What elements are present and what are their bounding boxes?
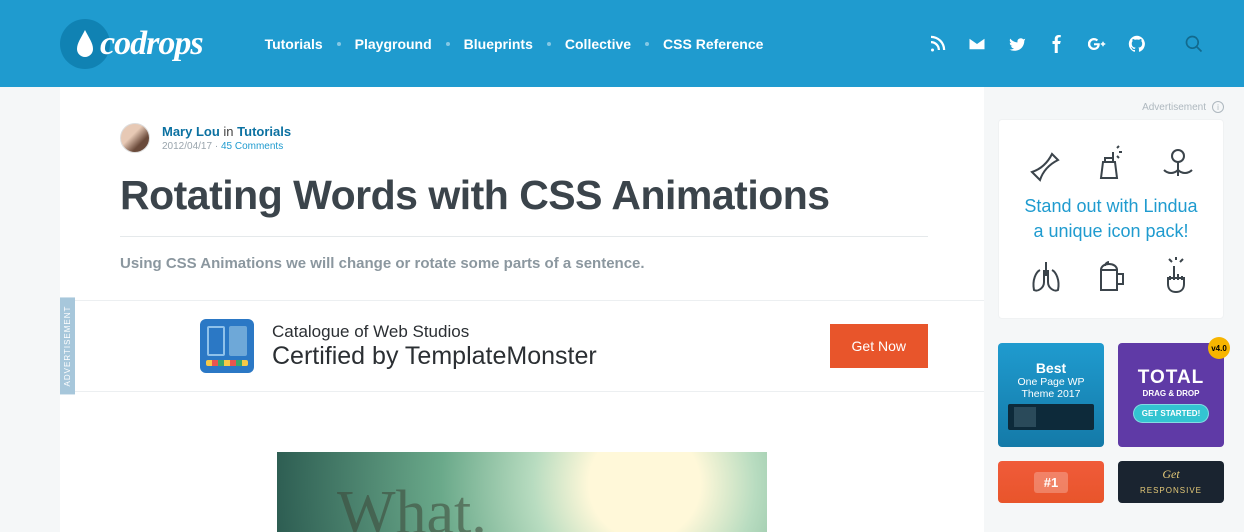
card-line: One Page WP xyxy=(1017,376,1084,388)
card-get-responsive[interactable]: GetRESPONSIVE xyxy=(1118,461,1224,503)
nav-blueprints[interactable]: Blueprints xyxy=(462,32,535,56)
sidebar-ad-label: Advertisement i xyxy=(998,101,1224,113)
ad-text: Catalogue of Web Studios Certified by Te… xyxy=(272,322,812,371)
ad-label-text: Advertisement xyxy=(1142,102,1206,113)
post-date: 2012/04/17 xyxy=(162,141,212,152)
sidebar-promo[interactable]: Stand out with Lindua a unique icon pack… xyxy=(998,119,1224,319)
divider xyxy=(120,236,928,237)
article-intro: Using CSS Animations we will change or r… xyxy=(120,255,928,272)
github-icon[interactable] xyxy=(1128,35,1146,53)
monocle-icon xyxy=(1156,142,1196,182)
twitter-icon[interactable] xyxy=(1008,35,1026,53)
category-link[interactable]: Tutorials xyxy=(237,124,291,139)
ad-line2: Certified by TemplateMonster xyxy=(272,342,812,371)
ad-cta-button[interactable]: Get Now xyxy=(830,324,928,368)
sidebar-cards-row1: Best One Page WP Theme 2017 v4.0 TOTAL D… xyxy=(998,343,1224,447)
top-bar: codrops Tutorials Playground Blueprints … xyxy=(0,0,1244,87)
lungs-icon xyxy=(1026,256,1066,296)
rss-icon[interactable] xyxy=(928,35,946,53)
ad-label: ADVERTISEMENT xyxy=(60,298,75,395)
article-title: Rotating Words with CSS Animations xyxy=(120,173,928,218)
nav-collective[interactable]: Collective xyxy=(563,32,633,56)
version-badge: v4.0 xyxy=(1208,337,1230,359)
hero-image: What. xyxy=(277,452,767,532)
card-best-theme[interactable]: Best One Page WP Theme 2017 xyxy=(998,343,1104,447)
hero-word: What. xyxy=(337,495,487,532)
card-number-one[interactable]: #1 xyxy=(998,461,1104,503)
byline: Mary Lou in Tutorials xyxy=(162,124,291,139)
main-column: Mary Lou in Tutorials 2012/04/17 · 45 Co… xyxy=(60,87,984,532)
article-header: Mary Lou in Tutorials 2012/04/17 · 45 Co… xyxy=(60,87,984,272)
byline-sub: 2012/04/17 · 45 Comments xyxy=(162,141,291,152)
spray-icon xyxy=(1091,142,1131,182)
author-avatar[interactable] xyxy=(120,123,150,153)
info-icon[interactable]: i xyxy=(1212,101,1224,113)
social-icons xyxy=(928,34,1204,54)
tap-hand-icon xyxy=(1156,256,1196,296)
logo[interactable]: codrops xyxy=(60,19,203,69)
comments-link[interactable]: 45 Comments xyxy=(221,141,283,152)
promo-line2: a unique icon pack! xyxy=(1013,219,1209,244)
mail-icon[interactable] xyxy=(968,35,986,53)
promo-icon-row xyxy=(1013,142,1209,182)
card-cta: GET STARTED! xyxy=(1133,404,1210,423)
promo-icon-row xyxy=(1013,256,1209,296)
nav-css-reference[interactable]: CSS Reference xyxy=(661,32,765,56)
card-line: DRAG & DROP xyxy=(1143,389,1200,398)
nav-playground[interactable]: Playground xyxy=(353,32,434,56)
nav-sep xyxy=(547,42,551,46)
ad-icon xyxy=(200,319,254,373)
card-line: GetRESPONSIVE xyxy=(1140,467,1202,497)
pen-icon xyxy=(1026,142,1066,182)
page: Mary Lou in Tutorials 2012/04/17 · 45 Co… xyxy=(0,87,1244,532)
nav-sep xyxy=(645,42,649,46)
promo-line1: Stand out with Lindua xyxy=(1013,194,1209,219)
card-tag: #1 xyxy=(1034,472,1068,493)
ad-line1: Catalogue of Web Studios xyxy=(272,322,812,342)
promo-text: Stand out with Lindua a unique icon pack… xyxy=(1013,194,1209,244)
card-line: TOTAL xyxy=(1138,367,1205,389)
main-nav: Tutorials Playground Blueprints Collecti… xyxy=(263,32,766,56)
inline-ad[interactable]: ADVERTISEMENT Catalogue of Web Studios C… xyxy=(60,300,984,392)
nav-tutorials[interactable]: Tutorials xyxy=(263,32,325,56)
card-line: Best xyxy=(1036,360,1066,376)
beer-icon xyxy=(1091,256,1131,296)
logo-text: codrops xyxy=(100,25,203,63)
byline-in: in xyxy=(223,124,233,139)
author-link[interactable]: Mary Lou xyxy=(162,124,220,139)
google-plus-icon[interactable] xyxy=(1088,35,1106,53)
nav-sep xyxy=(446,42,450,46)
card-total[interactable]: v4.0 TOTAL DRAG & DROP GET STARTED! xyxy=(1118,343,1224,447)
facebook-icon[interactable] xyxy=(1048,35,1066,53)
article-meta: Mary Lou in Tutorials 2012/04/17 · 45 Co… xyxy=(120,123,928,153)
card-line: Theme 2017 xyxy=(1022,388,1081,400)
sidebar: Advertisement i Stand out with Lindua a … xyxy=(984,87,1244,532)
card-preview xyxy=(1008,404,1094,430)
sidebar-cards-row2: #1 GetRESPONSIVE xyxy=(998,461,1224,503)
nav-sep xyxy=(337,42,341,46)
search-icon[interactable] xyxy=(1184,34,1204,54)
